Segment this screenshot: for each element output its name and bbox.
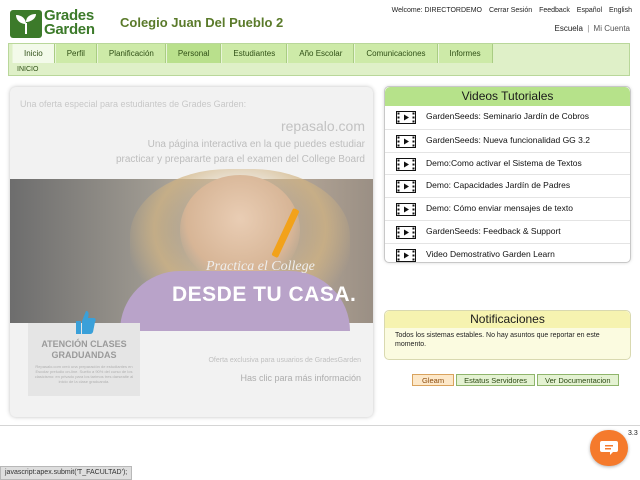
footer-divider [0, 425, 640, 426]
video-item[interactable]: GardenSeeds: Feedback & Support [385, 219, 630, 243]
video-title[interactable]: GardenSeeds: Feedback & Support [426, 226, 561, 236]
logo-line2: Garden [44, 21, 95, 38]
tab-informes[interactable]: Informes [437, 44, 493, 63]
school-link[interactable]: Escuela [555, 24, 583, 33]
logo-wordmark: Grades Garden [44, 8, 95, 38]
attention-title: ATENCIÓN CLASES GRADUANDAS [28, 339, 140, 361]
video-title[interactable]: Demo: Capacidades Jardín de Padres [426, 180, 570, 190]
top-links: Welcome: DIRECTORDEMO Cerrar Sesión Feed… [387, 7, 632, 14]
attention-title-line2: GRADUANDAS [51, 350, 117, 360]
film-play-icon [396, 225, 416, 239]
attention-body: Repasalo.com creó una preparación de est… [34, 364, 134, 384]
video-item[interactable]: Video Demostrativo Garden Learn [385, 242, 630, 262]
version-label: 3.3 [628, 430, 638, 437]
tab-perfil[interactable]: Perfil [54, 44, 97, 63]
feedback-link[interactable]: Feedback [539, 7, 570, 14]
film-play-icon [396, 157, 416, 171]
banner-brand: repasalo.com [280, 118, 365, 134]
video-title[interactable]: Video Demostrativo Garden Learn [426, 249, 555, 259]
banner-practica: Practica el College [206, 259, 315, 274]
attention-box: ATENCIÓN CLASES GRADUANDAS Repasalo.com … [28, 311, 140, 396]
tab-personal[interactable]: Personal [165, 44, 222, 63]
sprout-icon [10, 10, 42, 38]
film-play-icon [396, 111, 416, 124]
server-status-button[interactable]: Estatus Servidores [456, 374, 536, 386]
lang-en-link[interactable]: English [609, 7, 632, 14]
tab-ano-escolar[interactable]: Año Escolar [287, 44, 355, 63]
video-item[interactable]: Demo:Como activar el Sistema de Textos [385, 151, 630, 175]
tab-inicio[interactable]: Inicio [12, 44, 55, 63]
breadcrumb: INICIO [17, 66, 39, 73]
lang-es-link[interactable]: Español [577, 7, 602, 14]
film-play-icon [396, 203, 416, 217]
banner-more-info[interactable]: Has clic para más información [240, 373, 361, 383]
banner-description: Una página interactiva en la que puedes … [105, 137, 365, 167]
video-title[interactable]: GardenSeeds: Seminario Jardín de Cobros [426, 111, 589, 121]
chat-bubble-icon [600, 441, 618, 455]
tab-estudiantes[interactable]: Estudiantes [221, 44, 288, 63]
logout-link[interactable]: Cerrar Sesión [489, 7, 532, 14]
banner-desc-line1: Una página interactiva en la que puedes … [147, 139, 365, 150]
notifications-title: Notificaciones [385, 311, 630, 328]
banner-offer-text: Una oferta especial para estudiantes de … [20, 99, 247, 109]
school-name: Colegio Juan Del Pueblo 2 [120, 15, 284, 30]
browser-status-bar: javascript:apex.submit('T_FACULTAD'); [0, 466, 133, 480]
videos-title: Videos Tutoriales [385, 87, 630, 106]
tab-planificacion[interactable]: Planificación [96, 44, 166, 63]
student-photo: Practica el College DESDE TU CASA. [10, 169, 373, 331]
welcome-text: Welcome: DIRECTORDEMO [391, 7, 482, 14]
video-item[interactable]: Demo: Capacidades Jardín de Padres [385, 174, 630, 197]
banner-exclusive-offer: Oferta exclusiva para usuarios de Grades… [208, 357, 361, 364]
promo-banner[interactable]: Una oferta especial para estudiantes de … [10, 87, 373, 417]
notifications-body: Todos los sistemas estables. No hay asun… [395, 332, 600, 348]
view-docs-button[interactable]: Ver Documentacion [537, 374, 619, 386]
account-links: Escuela | Mi Cuenta [555, 24, 630, 33]
chat-button[interactable] [590, 430, 628, 466]
video-item[interactable]: Demo: Cómo enviar mensajes de texto [385, 197, 630, 220]
notifications-panel: Notificaciones Todos los sistemas establ… [384, 310, 631, 360]
video-title[interactable]: Demo:Como activar el Sistema de Textos [426, 158, 582, 168]
banner-headline: DESDE TU CASA. [172, 283, 357, 306]
videos-list: GardenSeeds: Seminario Jardín de Cobros G… [385, 106, 630, 262]
video-title[interactable]: GardenSeeds: Nueva funcionalidad GG 3.2 [426, 135, 590, 145]
main-nav: Inicio Perfil Planificación Personal Est… [8, 43, 630, 76]
film-play-icon [396, 248, 416, 262]
link-separator: | [587, 24, 590, 33]
gleam-button[interactable]: Gleam [412, 374, 455, 386]
my-account-link[interactable]: Mi Cuenta [594, 24, 630, 33]
video-item[interactable]: GardenSeeds: Nueva funcionalidad GG 3.2 [385, 128, 630, 152]
videos-panel: Videos Tutoriales GardenSeeds: Seminario… [384, 86, 631, 263]
tab-comunicaciones[interactable]: Comunicaciones [354, 44, 438, 63]
grades-garden-logo[interactable]: Grades Garden [10, 8, 110, 40]
film-play-icon [396, 180, 416, 194]
header: Grades Garden Colegio Juan Del Pueblo 2 … [0, 0, 640, 42]
video-title[interactable]: Demo: Cómo enviar mensajes de texto [426, 203, 573, 213]
bottom-buttons: Gleam Estatus Servidores Ver Documentaci… [412, 374, 621, 386]
banner-desc-line2: practicar y prepararte para el examen de… [115, 154, 365, 165]
nav-tabs: Inicio Perfil Planificación Personal Est… [12, 44, 493, 63]
attention-title-line1: ATENCIÓN CLASES [41, 339, 127, 349]
video-item[interactable]: GardenSeeds: Seminario Jardín de Cobros [385, 106, 630, 129]
thumbs-up-icon [76, 311, 96, 334]
film-play-icon [396, 134, 416, 148]
